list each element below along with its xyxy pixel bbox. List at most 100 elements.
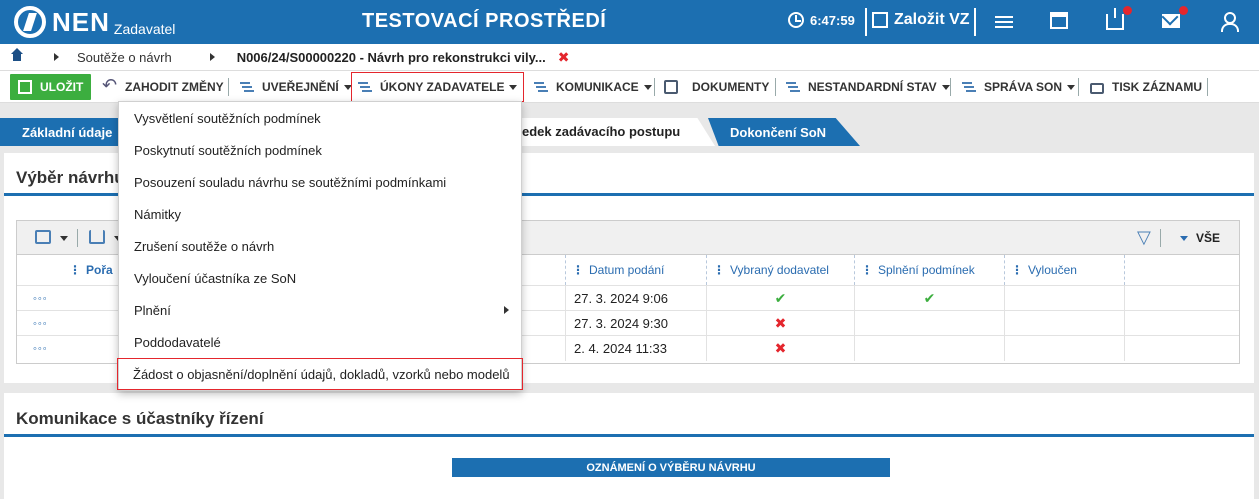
breadcrumb-item-contests[interactable]: Soutěže o návrh (77, 50, 172, 65)
menu-item-objections[interactable]: Námitky (119, 198, 521, 230)
cross-icon: ✖ (774, 340, 787, 356)
row-menu-icon[interactable]: ◦◦◦ (33, 293, 48, 305)
son-admin-label: SPRÁVA SON (984, 80, 1063, 94)
row-menu-icon[interactable]: ◦◦◦ (33, 318, 48, 330)
toolbar-divider (1160, 229, 1161, 247)
date-cell: 2. 4. 2024 11:33 (565, 336, 707, 361)
menu-item-fulfillment-label: Plnění (134, 302, 171, 318)
menu-icon[interactable] (995, 13, 1017, 33)
print-icon[interactable] (35, 230, 51, 244)
session-clock: 6:47:59 (788, 12, 855, 28)
create-tender-button[interactable]: Založit VZ (872, 11, 970, 29)
fulfilled-cell (855, 336, 1005, 361)
documents-label: DOKUMENTY (692, 80, 770, 94)
toolbar-divider (654, 78, 655, 96)
print-record-button[interactable]: TISK ZÁZNAMU (1090, 74, 1202, 100)
breadcrumb-current[interactable]: N006/24/S00000220 - Návrh pro rekonstruk… (237, 50, 546, 65)
column-selected[interactable]: ⋮ Vybraný dodavatel (707, 255, 855, 285)
flow-icon (534, 80, 548, 94)
column-order-label: Pořa (86, 263, 113, 277)
flow-icon (358, 80, 372, 94)
menu-item-explanation[interactable]: Vysvětlení soutěžních podmínek (119, 102, 521, 134)
selection-notice-button[interactable]: OZNÁMENÍ O VÝBĚRU NÁVRHU (452, 458, 890, 477)
fulfilled-cell: ✔ (855, 286, 1005, 311)
save-icon (18, 80, 32, 94)
menu-item-clarification-request[interactable]: Žádost o objasnění/doplnění údajů, dokla… (117, 358, 523, 390)
selected-cell: ✖ (707, 336, 855, 361)
check-icon: ✔ (923, 290, 936, 306)
row-menu-icon[interactable]: ◦◦◦ (33, 343, 48, 355)
contracting-actions-menu-button[interactable]: ÚKONY ZADAVATELE (351, 72, 525, 102)
publish-menu-button[interactable]: UVEŘEJNĚNÍ (240, 74, 352, 100)
clock-icon (788, 12, 804, 28)
documents-button[interactable]: DOKUMENTY (664, 74, 769, 100)
column-menu-icon[interactable]: ⋮ (1011, 263, 1023, 277)
column-fulfilled[interactable]: ⋮ Splnění podmínek (855, 255, 1005, 285)
menu-item-exclusion[interactable]: Vyloučení účastníka ze SoN (119, 262, 521, 294)
print-label: TISK ZÁZNAMU (1112, 80, 1202, 94)
toolbar-divider (228, 78, 229, 96)
column-menu-icon[interactable]: ⋮ (861, 263, 873, 277)
user-icon[interactable] (1220, 12, 1242, 32)
breadcrumb: Soutěže o návrh N006/24/S00000220 - Návr… (0, 44, 1259, 71)
toolbar-divider (950, 78, 951, 96)
publish-label: UVEŘEJNĚNÍ (262, 80, 339, 94)
column-selected-label: Vybraný dodavatel (730, 263, 829, 277)
filter-all-label[interactable]: VŠE (1196, 231, 1220, 245)
panel-divider (4, 434, 1254, 437)
tab-basic[interactable]: Základní údaje (0, 118, 120, 146)
nonstandard-state-menu-button[interactable]: NESTANDARDNÍ STAV (786, 74, 950, 100)
notification-badge (1179, 6, 1188, 15)
export-icon[interactable] (89, 230, 105, 244)
header-divider (974, 8, 976, 36)
column-menu-icon[interactable]: ⋮ (572, 263, 584, 277)
actions-label: ÚKONY ZADAVATELE (380, 80, 505, 94)
discard-label: ZAHODIT ZMĚNY (125, 80, 224, 94)
column-date-label: Datum podání (589, 263, 665, 277)
flow-icon (962, 80, 976, 94)
menu-item-subcontractors[interactable]: Poddodavatelé (119, 326, 521, 358)
son-admin-menu-button[interactable]: SPRÁVA SON (962, 74, 1076, 100)
menu-item-compliance[interactable]: Posouzení souladu návrhu se soutěžními p… (119, 166, 521, 198)
save-label: ULOŽIT (40, 80, 84, 94)
chevron-right-icon (504, 306, 509, 314)
discard-changes-button[interactable]: ZAHODIT ZMĚNY (102, 74, 224, 100)
column-excluded-label: Vyloučen (1028, 263, 1077, 277)
home-icon[interactable] (10, 48, 24, 63)
communication-label: KOMUNIKACE (556, 80, 639, 94)
caret-down-icon[interactable] (1180, 236, 1188, 241)
selected-cell: ✖ (707, 311, 855, 336)
column-date[interactable]: ⋮ Datum podání (565, 255, 707, 285)
menu-item-provision[interactable]: Poskytnutí soutěžních podmínek (119, 134, 521, 166)
tab-completion[interactable]: Dokončení SoN (708, 118, 860, 146)
column-menu-icon[interactable]: ⋮ (69, 263, 81, 277)
nen-logo[interactable]: NEN Zadavatel (14, 6, 175, 38)
flow-icon (786, 80, 800, 94)
menu-item-fulfillment[interactable]: Plnění (119, 294, 521, 326)
create-tender-label: Založit VZ (894, 11, 970, 28)
document-icon (664, 80, 678, 94)
communication-menu-button[interactable]: KOMUNIKACE (534, 74, 652, 100)
column-excluded[interactable]: ⋮ Vyloučen (1005, 255, 1125, 285)
toolbar-divider (1207, 78, 1208, 96)
column-menu-icon[interactable]: ⋮ (713, 263, 725, 277)
inbox-icon[interactable] (1106, 6, 1132, 32)
top-bar: NEN Zadavatel TESTOVACÍ PROSTŘEDÍ 6:47:5… (0, 0, 1259, 44)
tab-basic-label: Základní údaje (22, 125, 113, 140)
mail-icon[interactable] (1162, 6, 1188, 32)
filter-icon[interactable]: ▽ (1137, 227, 1151, 248)
save-button[interactable]: ULOŽIT (10, 74, 92, 100)
logo-text: NEN (52, 6, 110, 37)
calendar-icon[interactable] (1050, 12, 1072, 32)
caret-down-icon[interactable] (60, 236, 68, 241)
tab-completion-label: Dokončení SoN (730, 125, 827, 140)
excluded-cell (1005, 336, 1125, 361)
excluded-cell (1005, 311, 1125, 336)
close-icon[interactable]: ✖ (558, 49, 570, 66)
contracting-actions-dropdown: Vysvětlení soutěžních podmínek Poskytnut… (117, 101, 523, 391)
toolbar-divider (775, 78, 776, 96)
edit-icon (872, 12, 888, 28)
date-cell: 27. 3. 2024 9:30 (565, 311, 707, 336)
menu-item-cancellation[interactable]: Zrušení soutěže o návrh (119, 230, 521, 262)
tab-progress[interactable]: edek zadávacího postupu (520, 118, 715, 146)
